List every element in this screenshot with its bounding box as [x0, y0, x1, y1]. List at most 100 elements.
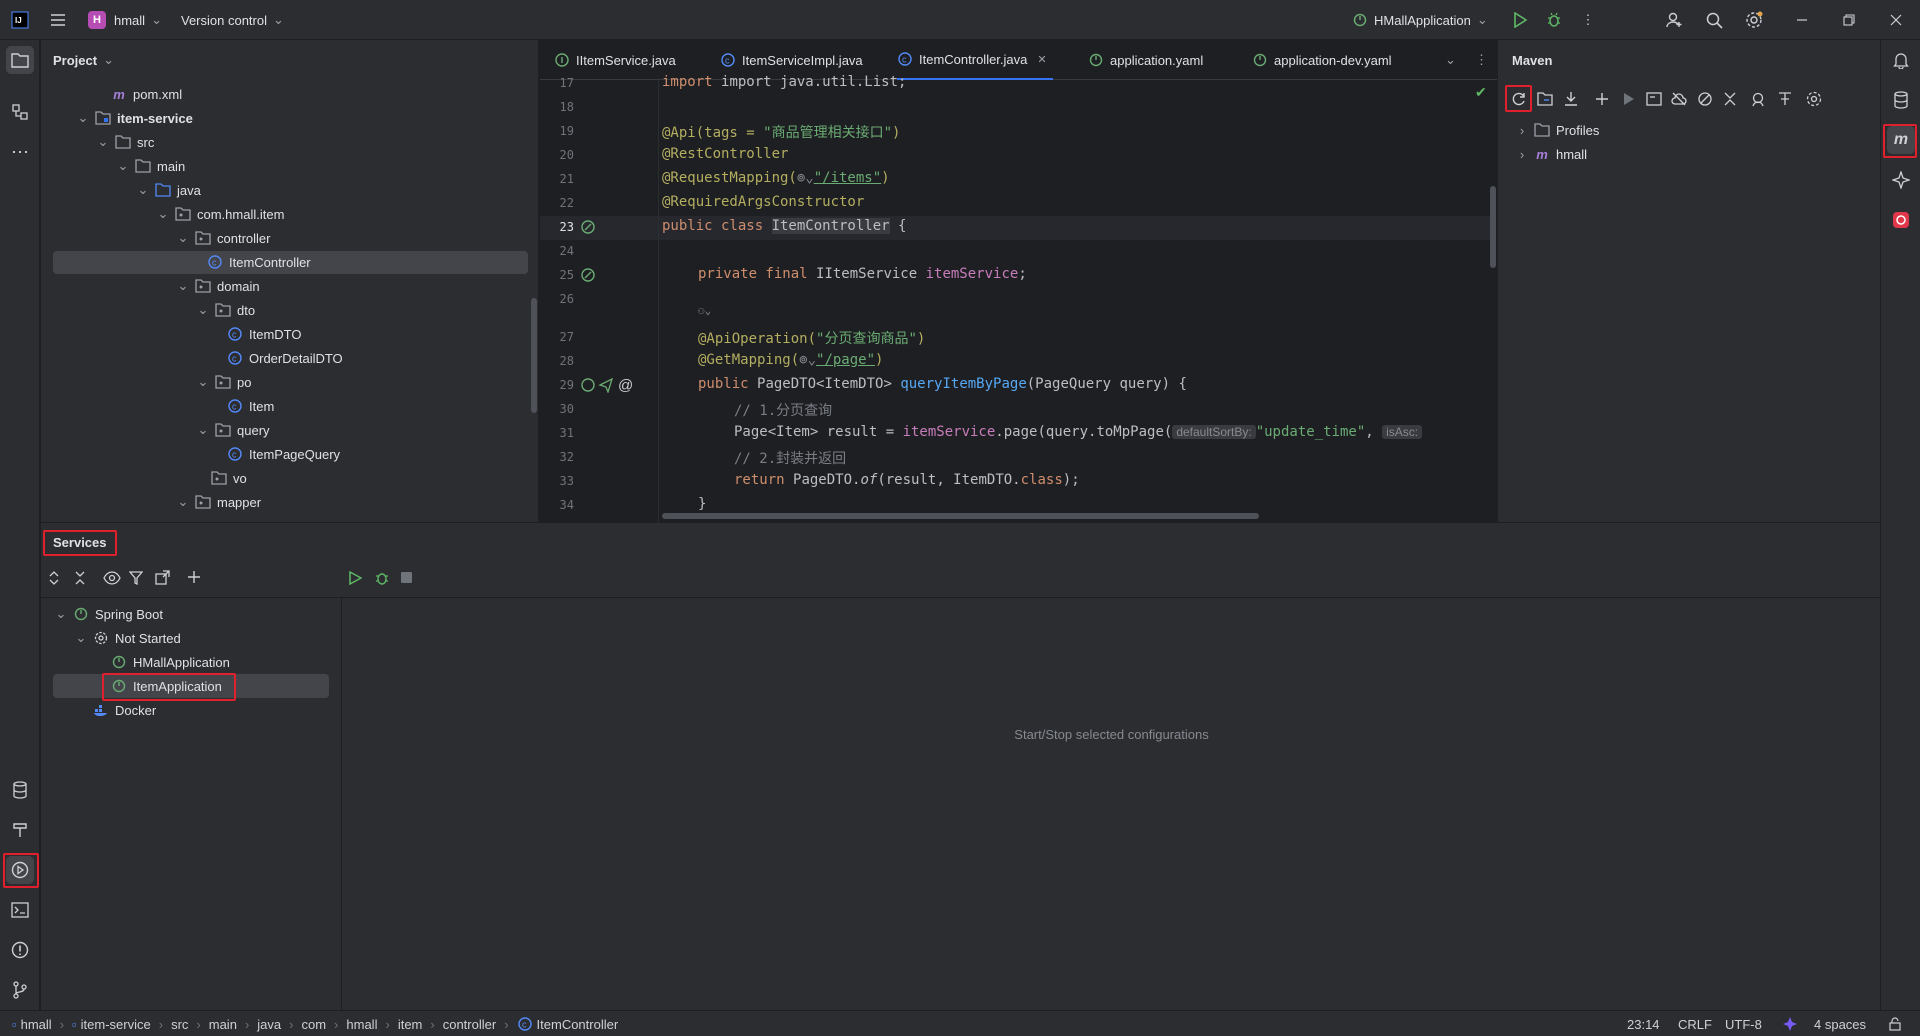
- problems-tool-icon[interactable]: [6, 936, 34, 964]
- download-sources-icon[interactable]: [1560, 88, 1582, 110]
- tree-item-domain[interactable]: ⌄ domain: [175, 274, 260, 298]
- settings-gear-icon[interactable]: [1744, 10, 1764, 30]
- code-line-21[interactable]: @RequestMapping(⊚⌄"/items"): [662, 170, 890, 186]
- tab-application-yaml[interactable]: application.yaml: [1088, 40, 1203, 80]
- breadcrumb-item[interactable]: controller: [443, 1017, 496, 1032]
- breadcrumb-item[interactable]: java: [257, 1017, 281, 1032]
- tree-item-itempagequery[interactable]: c ItemPageQuery: [227, 442, 340, 466]
- breadcrumb-item[interactable]: item-service: [81, 1017, 151, 1032]
- chevron-right-icon[interactable]: ›: [1514, 122, 1530, 138]
- more-tools-icon[interactable]: ⋯: [6, 138, 34, 166]
- minimize-window-icon[interactable]: [1792, 10, 1812, 30]
- tree-item-package-root[interactable]: ⌄ com.hmall.item: [155, 202, 285, 226]
- run-icon[interactable]: [1510, 10, 1530, 30]
- spring-bean-gutter-icon[interactable]: [580, 219, 596, 238]
- code-line-30[interactable]: // 1.分页查询: [734, 400, 832, 420]
- file-encoding[interactable]: UTF-8: [1725, 1011, 1762, 1036]
- code-line-22[interactable]: @RequiredArgsConstructor: [662, 194, 864, 210]
- tree-item-vo[interactable]: vo: [211, 466, 247, 490]
- tab-application-dev-yaml[interactable]: application-dev.yaml: [1252, 40, 1392, 80]
- search-icon[interactable]: [1704, 10, 1724, 30]
- service-docker[interactable]: Docker: [73, 698, 156, 722]
- code-line-20[interactable]: @RestController: [662, 146, 788, 162]
- tree-item-dto[interactable]: ⌄ dto: [195, 298, 256, 322]
- terminal-tool-icon[interactable]: [6, 896, 34, 924]
- tab-itemcontroller[interactable]: c ItemController.java ✕: [897, 40, 1053, 80]
- show-dependencies-icon[interactable]: [1748, 88, 1770, 110]
- tree-item-java[interactable]: ⌄ java: [135, 178, 201, 202]
- offline-mode-icon[interactable]: [1668, 88, 1690, 110]
- git-tool-icon[interactable]: [6, 976, 34, 1004]
- chevron-down-icon[interactable]: ⌄: [175, 230, 191, 246]
- skip-tests-icon[interactable]: [1694, 88, 1716, 110]
- database-tool-icon[interactable]: [1887, 86, 1915, 114]
- tree-item-src[interactable]: ⌄ src: [95, 130, 155, 154]
- caret-position[interactable]: 23:14: [1627, 1011, 1660, 1036]
- close-window-icon[interactable]: [1886, 10, 1906, 30]
- code-line-28[interactable]: @GetMapping(⊚⌄"/page"): [698, 352, 883, 368]
- more-actions-icon[interactable]: ⋮: [1578, 10, 1598, 30]
- debug-service-icon[interactable]: [374, 570, 390, 589]
- chevron-down-icon[interactable]: ⌄: [175, 494, 191, 510]
- run-maven-goal-icon[interactable]: [1618, 88, 1640, 110]
- build-tool-icon[interactable]: [6, 816, 34, 844]
- project-scrollbar[interactable]: [531, 298, 537, 413]
- chevron-down-icon[interactable]: ⌄: [195, 374, 211, 390]
- service-spring-boot[interactable]: ⌄ Spring Boot: [53, 602, 163, 626]
- execute-goal-icon[interactable]: [1643, 88, 1665, 110]
- breadcrumb-item[interactable]: com: [301, 1017, 326, 1032]
- structure-tool-icon[interactable]: [6, 98, 34, 126]
- plugin-red-icon[interactable]: [1887, 206, 1915, 234]
- chevron-down-icon[interactable]: ⌄: [53, 606, 69, 622]
- maven-item-profiles[interactable]: › Profiles: [1514, 118, 1600, 142]
- code-line-31[interactable]: Page<Item> result = itemService.page(que…: [734, 424, 1423, 440]
- project-panel-header[interactable]: Project ⌄: [53, 40, 114, 80]
- project-tool-icon[interactable]: [6, 46, 34, 74]
- breadcrumb-item[interactable]: main: [209, 1017, 237, 1032]
- maven-item-hmall[interactable]: › m hmall: [1514, 142, 1587, 166]
- notifications-icon[interactable]: [1887, 46, 1915, 74]
- code-line-33[interactable]: return PageDTO.of(result, ItemDTO.class)…: [734, 472, 1080, 488]
- generate-sources-icon[interactable]: [1534, 88, 1556, 110]
- breadcrumb-item[interactable]: ItemController: [537, 1017, 619, 1032]
- stop-service-icon[interactable]: [401, 572, 412, 583]
- database-tool-icon[interactable]: [6, 776, 34, 804]
- vcs-menu[interactable]: Version control ⌄: [181, 0, 284, 40]
- code-line-29[interactable]: public PageDTO<ItemDTO> queryItemByPage(…: [698, 376, 1187, 392]
- maven-tool-icon[interactable]: m: [1887, 126, 1915, 154]
- chevron-down-icon[interactable]: ⌄: [135, 182, 151, 198]
- code-line-17[interactable]: import import java.util.List;: [662, 74, 906, 90]
- chevron-down-icon[interactable]: ⌄: [155, 206, 171, 222]
- readonly-lock-icon[interactable]: [1888, 1011, 1902, 1036]
- code-line-32[interactable]: // 2.封装并返回: [734, 448, 846, 468]
- inlay-author-icon[interactable]: ⚇⌄: [698, 304, 711, 317]
- code-line-25[interactable]: private final IItemService itemService;: [698, 266, 1027, 282]
- indent-setting[interactable]: 4 spaces: [1814, 1011, 1866, 1036]
- editor-horizontal-scrollbar[interactable]: [662, 513, 1259, 519]
- debug-icon[interactable]: [1544, 10, 1564, 30]
- tree-item-item-service[interactable]: ⌄ item-service: [75, 106, 193, 130]
- tree-item-controller[interactable]: ⌄ controller: [175, 226, 271, 250]
- run-config-selector[interactable]: HMallApplication ⌄: [1352, 0, 1488, 40]
- breadcrumb-item[interactable]: item: [398, 1017, 423, 1032]
- maven-settings-icon[interactable]: [1803, 88, 1825, 110]
- chevron-down-icon[interactable]: ⌄: [75, 110, 91, 126]
- main-menu-icon[interactable]: [48, 10, 68, 30]
- intellij-logo-icon[interactable]: IJ: [10, 10, 30, 30]
- service-not-started[interactable]: ⌄ Not Started: [73, 626, 181, 650]
- editor-vertical-scrollbar[interactable]: [1490, 186, 1496, 268]
- chevron-down-icon[interactable]: ⌄: [95, 134, 111, 150]
- run-service-icon[interactable]: [349, 570, 363, 588]
- tree-item-main[interactable]: ⌄ main: [115, 154, 186, 178]
- new-tab-icon[interactable]: [155, 570, 170, 588]
- breadcrumb-item[interactable]: hmall: [346, 1017, 377, 1032]
- code-line-23[interactable]: public class ItemController {: [662, 218, 906, 234]
- tree-item-query[interactable]: ⌄ query: [195, 418, 270, 442]
- annotation-gutter-icon[interactable]: @: [618, 377, 633, 394]
- send-request-gutter-icon[interactable]: [598, 377, 614, 396]
- service-hmallapplication[interactable]: HMallApplication: [111, 650, 230, 674]
- tab-iitemservice[interactable]: IItemService.java: [554, 40, 676, 80]
- chevron-down-icon[interactable]: ⌄: [115, 158, 131, 174]
- chevron-down-icon[interactable]: ⌄: [195, 422, 211, 438]
- add-maven-project-icon[interactable]: [1591, 88, 1613, 110]
